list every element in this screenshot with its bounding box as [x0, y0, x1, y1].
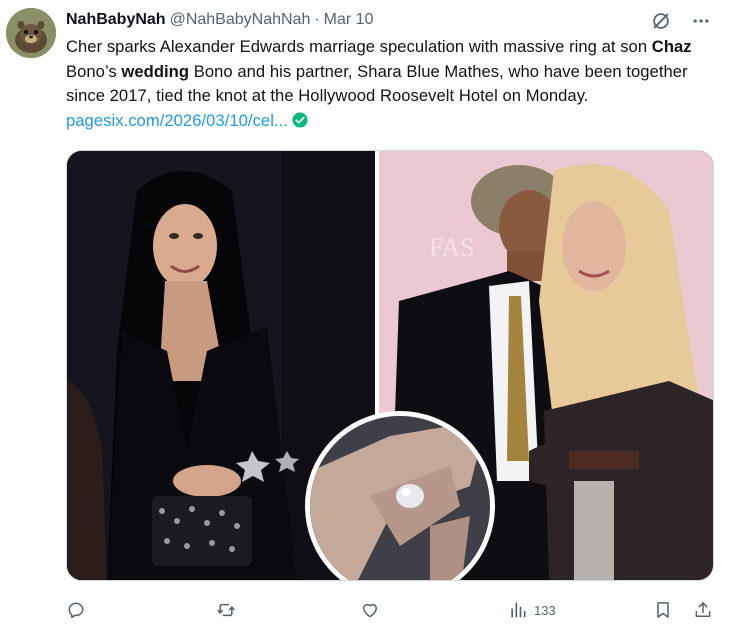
grok-slash-icon [653, 13, 669, 29]
separator-dot: · [314, 11, 320, 28]
retweet-icon [217, 603, 235, 617]
tweet-header: NahBabyNah @NahBabyNahNah · Mar 10 [66, 9, 373, 31]
avatar[interactable] [6, 8, 56, 58]
views-count: 133 [534, 602, 556, 618]
views-button[interactable]: 133 [508, 600, 556, 620]
grok-button[interactable] [648, 8, 674, 34]
tweet-media[interactable]: FAS [66, 150, 714, 581]
like-button[interactable] [360, 600, 380, 620]
heart-icon [363, 603, 377, 618]
article-link[interactable]: pagesix.com/2026/03/10/cel... [66, 111, 288, 130]
tweet-bold-term: wedding [121, 61, 190, 81]
tweet-date[interactable]: Mar 10 [324, 11, 374, 29]
bookmark-icon [657, 602, 669, 618]
bookmark-button[interactable] [653, 600, 673, 620]
more-horizontal-icon [693, 19, 709, 23]
tweet-bold-term: Chaz [651, 37, 692, 56]
header-actions [648, 8, 714, 34]
share-button[interactable] [693, 600, 713, 620]
share-icon [695, 602, 711, 617]
reply-button[interactable] [66, 600, 86, 620]
animal-avatar-icon [6, 8, 56, 58]
ring-closeup-illustration [310, 416, 490, 580]
display-name[interactable]: NahBabyNah [66, 11, 166, 29]
backdrop-lettering: FAS [429, 233, 475, 262]
user-handle[interactable]: @NahBabyNahNah [170, 11, 311, 29]
tweet-actions: 133 [66, 596, 714, 624]
tweet-text-segment: Bono’s [66, 61, 122, 81]
tweet-text-segment: Cher sparks Alexander Edwards marriage s… [66, 37, 652, 56]
tweet[interactable]: NahBabyNah @NahBabyNahNah · Mar 10 Cher … [0, 0, 732, 640]
more-button[interactable] [688, 8, 714, 34]
retweet-button[interactable] [216, 600, 236, 620]
tweet-text: Cher sparks Alexander Edwards marriage s… [66, 35, 716, 133]
verified-check-icon [292, 112, 308, 127]
views-chart-icon [511, 602, 526, 618]
reply-icon [68, 602, 84, 619]
